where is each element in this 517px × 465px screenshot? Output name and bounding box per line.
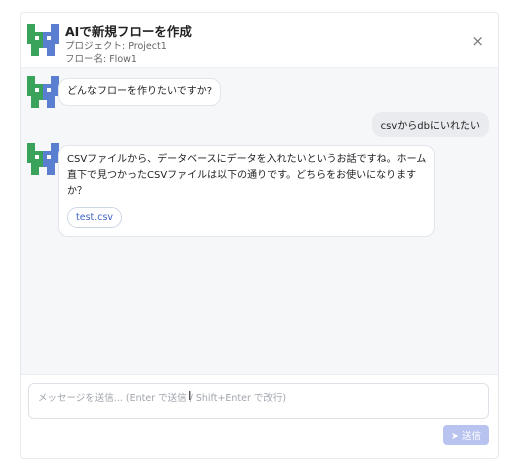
flow-name-label: フロー名: Flow1 [65,54,137,65]
robot-avatar-icon [27,143,59,175]
chat-panel: AIで新規フローを作成 プロジェクト: Project1 フロー名: Flow1… [20,12,499,459]
user-message: csvからdbにいれたい [371,112,489,137]
file-option-chip[interactable]: test.csv [67,207,123,228]
project-label: プロジェクト: Project1 [65,41,167,52]
assistant-message: CSVファイルから、データベースにデータを入れたいというお話ですね。ホーム直下で… [58,145,435,237]
send-button[interactable]: ➤ 送信 [443,425,489,445]
robot-avatar-icon [27,24,59,56]
close-icon[interactable]: × [471,34,484,49]
message-input[interactable] [28,383,489,419]
robot-avatar-icon [27,76,59,108]
assistant-message-text: CSVファイルから、データベースにデータを入れたいというお話ですね。ホーム直下で… [67,154,427,197]
assistant-message: どんなフローを作りたいですか? [58,78,222,106]
composer: ➤ 送信 [21,374,498,458]
message-list[interactable]: どんなフローを作りたいですか? csvからdbにいれたい CSVファイルから、デ… [21,68,498,374]
header: AIで新規フローを作成 プロジェクト: Project1 フロー名: Flow1… [21,13,498,68]
